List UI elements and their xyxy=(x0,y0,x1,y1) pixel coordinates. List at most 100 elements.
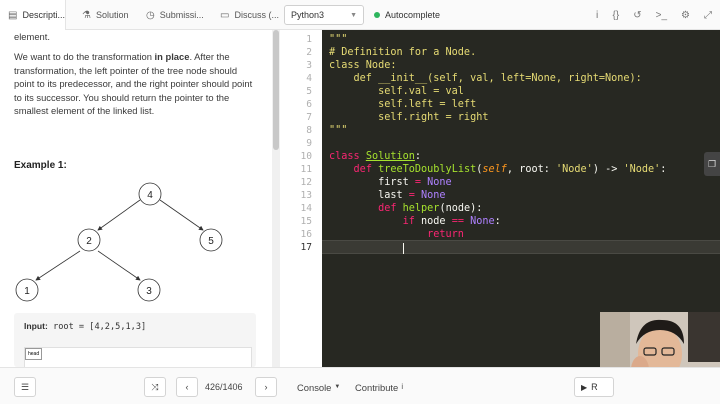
code-line: self.right = right xyxy=(329,112,489,123)
side-panel-toggle[interactable]: ❐ xyxy=(704,152,720,176)
description-paragraph: We want to do the transformation in plac… xyxy=(0,50,272,117)
reset-icon[interactable]: ↺ xyxy=(633,10,641,21)
tree-node: 1 xyxy=(15,278,39,302)
language-select[interactable]: Python3 ▼ xyxy=(284,5,364,25)
code-line: class Node: xyxy=(329,60,397,71)
description-scrollbar[interactable] xyxy=(272,30,280,367)
description-top-text: element. xyxy=(14,31,50,42)
line-number: 13 xyxy=(300,190,312,201)
line-number: 7 xyxy=(306,112,312,123)
console-toggle[interactable]: Console ▼ xyxy=(297,377,340,397)
contribute-link[interactable]: Contribute ⅰ xyxy=(355,377,403,397)
example-input-line: Input: root = [4,2,5,1,3] xyxy=(24,321,146,332)
line-number: 5 xyxy=(306,86,312,97)
description-panel: element. We want to do the transformatio… xyxy=(0,30,272,367)
edge-4-2 xyxy=(97,199,141,231)
problem-pager: 426/1406 xyxy=(205,382,243,392)
scrollbar-thumb[interactable] xyxy=(273,30,279,150)
problem-list-button[interactable]: ☰ xyxy=(14,377,36,397)
line-number-gutter: 1 2 3 4 5 6 7 8 9 10 11 12 13 14 15 16 17 xyxy=(280,30,320,367)
line-number: 17 xyxy=(300,242,312,253)
tab-submissions-label: Submissi... xyxy=(159,10,204,20)
tree-node: 4 xyxy=(138,182,162,206)
play-icon: ▶ xyxy=(581,382,588,392)
tab-solution-label: Solution xyxy=(95,10,129,20)
node-label: 4 xyxy=(147,190,153,201)
braces-icon[interactable]: {} xyxy=(613,10,620,21)
line-number: 16 xyxy=(300,229,312,240)
tree-node: 5 xyxy=(199,228,223,252)
input-label: Input: xyxy=(24,321,48,331)
comments-icon: ▭ xyxy=(220,9,230,21)
code-line: """ xyxy=(329,125,348,136)
input-value: root = [4,2,5,1,3] xyxy=(53,322,147,332)
shuffle-button[interactable]: ⤨ xyxy=(144,377,166,397)
tree-node: 2 xyxy=(77,228,101,252)
tab-description-label: Descripti... xyxy=(22,10,65,20)
prev-problem-button[interactable]: ‹ xyxy=(176,377,198,397)
code-line: last = None xyxy=(329,190,446,201)
language-value: Python3 xyxy=(291,10,325,20)
autocomplete-toggle[interactable]: Autocomplete xyxy=(374,0,440,30)
para-prefix: We want to do the transformation xyxy=(14,51,155,63)
editor-tool-icons: ⅰ {} ↺ >_ ⚙ ⤢ xyxy=(596,0,712,30)
code-line: return xyxy=(427,229,464,240)
chevron-right-icon: › xyxy=(264,382,268,392)
active-line-highlight xyxy=(322,240,720,254)
run-label: R xyxy=(591,382,598,392)
code-line: self.left = left xyxy=(329,99,477,110)
line-number: 6 xyxy=(306,99,312,110)
tab-discuss[interactable]: ▭ Discuss (... xyxy=(212,0,282,30)
line-number: 11 xyxy=(300,164,312,175)
info-icon[interactable]: ⅰ xyxy=(596,10,599,21)
line-number: 1 xyxy=(306,34,312,45)
head-label: head xyxy=(25,348,43,360)
line-number: 10 xyxy=(300,151,312,162)
line-number: 12 xyxy=(300,177,312,188)
next-problem-button[interactable]: › xyxy=(255,377,277,397)
example-input-box: Input: root = [4,2,5,1,3] head xyxy=(14,313,256,367)
autocomplete-status-dot xyxy=(374,12,380,18)
top-toolbar: ▤ Descripti... ⚗ Solution ◷ Submissi... … xyxy=(0,0,720,30)
node-label: 5 xyxy=(208,236,214,247)
example-title: Example 1: xyxy=(14,160,67,171)
code-line: first = None xyxy=(329,177,452,188)
line-number: 9 xyxy=(306,138,312,149)
fullscreen-icon[interactable]: ⤢ xyxy=(704,10,712,21)
chevron-left-icon: ‹ xyxy=(185,382,189,392)
line-number: 14 xyxy=(300,203,312,214)
text-cursor xyxy=(403,243,404,254)
tree-node: 3 xyxy=(137,278,161,302)
line-number: 8 xyxy=(306,125,312,136)
line-number: 2 xyxy=(306,47,312,58)
tab-submissions[interactable]: ◷ Submissi... xyxy=(138,0,214,30)
code-line: class Solution: xyxy=(329,151,422,162)
para-bold: in place xyxy=(154,51,190,63)
flask-icon: ⚗ xyxy=(82,9,91,21)
shuffle-icon: ⤨ xyxy=(151,381,159,392)
line-number: 3 xyxy=(306,60,312,71)
tab-description[interactable]: ▤ Descripti... xyxy=(0,0,66,30)
tab-solution[interactable]: ⚗ Solution xyxy=(74,0,136,30)
autocomplete-label: Autocomplete xyxy=(385,10,441,20)
code-line: # Definition for a Node. xyxy=(329,47,477,58)
info-icon: ⅰ xyxy=(401,384,404,391)
run-code-button[interactable]: ▶ R xyxy=(574,377,614,397)
terminal-icon[interactable]: >_ xyxy=(656,10,667,21)
tab-discuss-label: Discuss (... xyxy=(234,10,279,20)
list-icon: ☰ xyxy=(20,381,30,392)
chevron-down-icon: ▼ xyxy=(350,11,357,19)
node-label: 2 xyxy=(86,236,92,247)
code-line: if node == None: xyxy=(402,216,501,227)
code-line: """ xyxy=(329,34,348,45)
document-icon: ▤ xyxy=(8,9,18,21)
edge-2-1 xyxy=(35,250,81,281)
line-number: 15 xyxy=(300,216,312,227)
clock-icon: ◷ xyxy=(146,9,155,21)
line-number: 4 xyxy=(306,73,312,84)
settings-icon[interactable]: ⚙ xyxy=(681,10,690,21)
edge-4-5 xyxy=(159,199,204,231)
code-line: def __init__(self, val, left=None, right… xyxy=(329,73,642,84)
node-label: 3 xyxy=(146,286,152,297)
